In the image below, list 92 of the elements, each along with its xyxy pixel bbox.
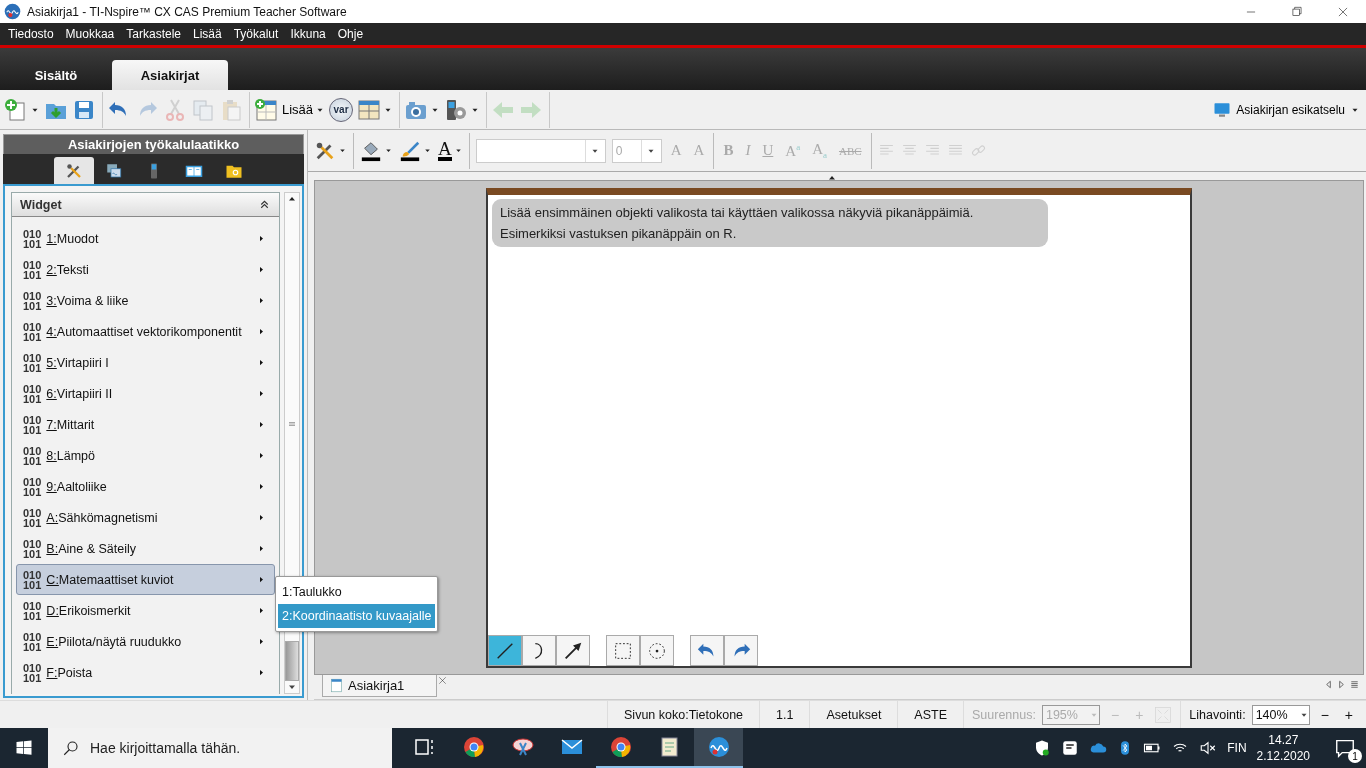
submenu-arrow-icon bbox=[257, 544, 266, 553]
browser-icon[interactable] bbox=[608, 735, 633, 759]
preview-button[interactable]: Asiakirjan esikatselu bbox=[1213, 100, 1360, 119]
menu-item[interactable]: Tiedosto bbox=[2, 27, 60, 41]
binary-code-label: 010 101 bbox=[23, 228, 42, 249]
binary-code-label: 010 101 bbox=[23, 414, 42, 435]
binary-code-label: 010 101 bbox=[23, 383, 42, 404]
submenu-arrow-icon bbox=[257, 234, 266, 243]
text-size-select[interactable]: 140% bbox=[1251, 704, 1310, 725]
submenu-item[interactable]: 1:Taulukko bbox=[278, 580, 436, 604]
submenu-arrow-icon bbox=[257, 451, 266, 460]
menu-item[interactable]: Tarkastele bbox=[120, 27, 187, 41]
language-indicator[interactable]: FIN bbox=[1227, 741, 1247, 755]
variable-button[interactable]: var bbox=[329, 97, 354, 122]
monitor-icon[interactable] bbox=[1213, 100, 1232, 119]
submenu-arrow-icon bbox=[257, 327, 266, 336]
scroll-thumb[interactable] bbox=[285, 641, 299, 681]
maximize-icon[interactable] bbox=[1290, 4, 1304, 19]
binary-code-label: 010 101 bbox=[23, 321, 42, 342]
panel-tab[interactable] bbox=[53, 157, 94, 184]
submenu-arrow-icon bbox=[257, 606, 266, 615]
binary-code-label: 010 101 bbox=[23, 352, 42, 373]
window-title: Asiakirja1 - TI-Nspire™ CX CAS Premium Teacher Software bbox=[27, 4, 348, 19]
zoom-label: Suurennus: bbox=[972, 707, 1036, 722]
submenu-arrow-icon bbox=[257, 513, 266, 522]
binary-code-label: 010 101 bbox=[23, 631, 42, 652]
menu-item[interactable]: Ikkuna bbox=[284, 27, 332, 41]
insert-page-icon[interactable] bbox=[254, 97, 278, 122]
binary-code-label: 010 101 bbox=[23, 445, 42, 466]
menu-item[interactable]: Lisää bbox=[187, 27, 228, 41]
muted-speaker-icon[interactable] bbox=[1199, 739, 1218, 757]
hint-text: Lisää ensimmäinen objekti valikosta tai käyttäen valikossa näkyviä pikanäppäimiä. bbox=[500, 205, 975, 220]
submenu-arrow-icon bbox=[257, 389, 266, 398]
submenu-arrow-icon bbox=[257, 575, 266, 584]
dropdown-caret-icon[interactable] bbox=[423, 146, 432, 155]
handheld-gear-icon[interactable] bbox=[444, 97, 469, 122]
browser-icon[interactable] bbox=[461, 735, 486, 759]
next-tab-icon[interactable] bbox=[1336, 679, 1347, 690]
dropdown-caret-icon[interactable] bbox=[384, 146, 393, 155]
submenu-arrow-icon bbox=[257, 668, 266, 677]
wave-app-icon[interactable] bbox=[706, 735, 731, 759]
binary-code-label: 010 101 bbox=[23, 290, 42, 311]
binary-code-label: 010 101 bbox=[23, 538, 42, 559]
clock[interactable]: 14.27 2.12.2020 bbox=[1256, 732, 1310, 764]
close-tab-icon[interactable] bbox=[437, 675, 449, 686]
document-icon bbox=[329, 678, 344, 693]
minus-button[interactable]: − bbox=[1315, 706, 1334, 723]
text-size-label: Lihavointi: bbox=[1189, 707, 1246, 722]
start-icon[interactable] bbox=[15, 739, 33, 757]
security-app-icon[interactable] bbox=[1061, 739, 1080, 757]
search-field[interactable]: Hae kirjoittamalla tähän. bbox=[48, 728, 392, 768]
menu-item[interactable]: Työkalut bbox=[227, 27, 285, 41]
plus-button[interactable]: + bbox=[1339, 706, 1358, 723]
menu-item[interactable]: Ohje bbox=[331, 27, 370, 41]
binary-code-label: 010 101 bbox=[23, 662, 42, 683]
tab[interactable]: Asiakirjat bbox=[112, 60, 228, 90]
binary-code-label: 010 101 bbox=[23, 507, 42, 528]
dropdown-caret-icon[interactable] bbox=[453, 146, 463, 155]
binary-code-label: 010 101 bbox=[23, 569, 42, 590]
tab[interactable]: Sisältö bbox=[0, 60, 112, 90]
panel-title: Asiakirjojen työkalulaatikko bbox=[3, 134, 304, 154]
previous-tab-icon[interactable] bbox=[1323, 679, 1334, 690]
collapse-icon[interactable] bbox=[258, 198, 271, 211]
document-tab[interactable]: Asiakirja1 bbox=[322, 675, 438, 697]
shield-icon[interactable] bbox=[1033, 739, 1052, 757]
submenu-arrow-icon bbox=[257, 482, 266, 491]
insert-button[interactable]: Lisää bbox=[254, 97, 314, 122]
text-color-button[interactable]: A bbox=[438, 140, 452, 161]
submenu-arrow-icon bbox=[257, 296, 266, 305]
binary-code-label: 010 101 bbox=[23, 600, 42, 621]
drawing-tool-button[interactable] bbox=[556, 635, 590, 666]
submenu-arrow-icon bbox=[257, 637, 266, 646]
submenu-arrow-icon bbox=[257, 420, 266, 429]
tab-list-icon[interactable] bbox=[1349, 679, 1360, 690]
search-icon bbox=[62, 739, 80, 757]
notification-icon[interactable] bbox=[1334, 737, 1356, 759]
app-logo-icon bbox=[4, 3, 21, 20]
hint-text: Esimerkiksi vastuksen pikanäppäin on R. bbox=[500, 226, 738, 241]
menu-item[interactable]: Muokkaa bbox=[59, 27, 121, 41]
paint-bucket-icon[interactable] bbox=[360, 139, 382, 162]
pages-icon[interactable] bbox=[104, 161, 123, 180]
notification-badge: 1 bbox=[1348, 749, 1362, 763]
binary-code-label: 010 101 bbox=[23, 476, 42, 497]
binary-code-label: 010 101 bbox=[23, 259, 42, 280]
tools-icon[interactable] bbox=[64, 161, 83, 180]
brush-icon[interactable] bbox=[399, 139, 421, 162]
section-header[interactable]: Widget bbox=[12, 193, 279, 217]
document-page[interactable]: Lisää ensimmäinen objekti valikosta tai käyttäen valikossa näkyviä pikanäppäimiä. Esimerkiksi vastuksen pikanäppäin on R. bbox=[486, 188, 1192, 668]
submenu-arrow-icon bbox=[257, 358, 266, 367]
section-title: Widget bbox=[20, 197, 62, 212]
dropdown-caret-icon[interactable] bbox=[338, 146, 347, 155]
submenu-arrow-icon bbox=[257, 265, 266, 274]
